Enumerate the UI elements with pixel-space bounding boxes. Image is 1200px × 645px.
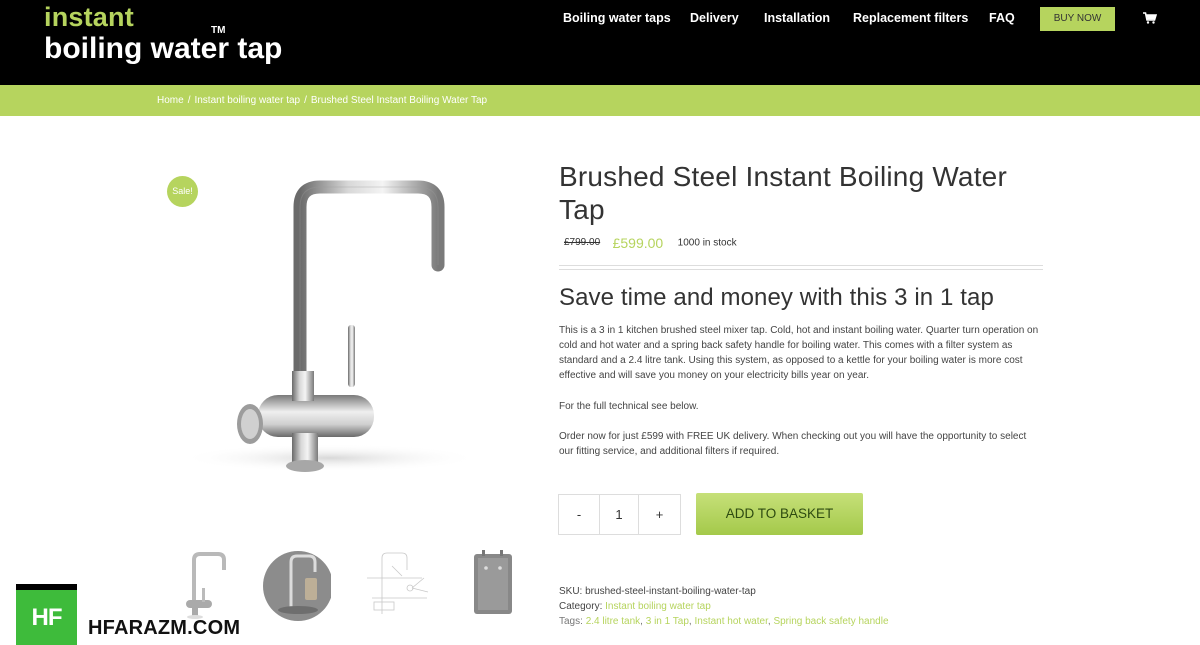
breadcrumb: Home / Instant boiling water tap / Brushed S… (157, 95, 487, 106)
shopping-cart-icon[interactable] (1143, 12, 1157, 24)
watermark-badge: HF (16, 590, 77, 645)
quantity-decrease-button[interactable]: - (559, 495, 600, 534)
quantity-increase-button[interactable]: + (639, 495, 680, 534)
price-row: £799.00 £599.00 1000 in stock (564, 234, 737, 252)
thumbnail-tap-diagram[interactable] (362, 548, 432, 623)
thumbnail-tap-front[interactable] (172, 548, 242, 623)
breadcrumb-separator: / (304, 95, 307, 106)
category-label: Category: (559, 601, 603, 612)
tag-link[interactable]: 2.4 litre tank (586, 616, 640, 627)
divider (559, 269, 1043, 270)
logo-trademark: TM (211, 25, 226, 36)
breadcrumb-home[interactable]: Home (157, 95, 184, 106)
product-subtitle: Save time and money with this 3 in 1 tap (559, 284, 994, 311)
sku-label: SKU: (559, 586, 583, 597)
breadcrumb-separator: / (187, 95, 191, 106)
nav-faq[interactable]: FAQ (989, 11, 1015, 25)
product-title: Brushed Steel Instant Boiling Water Tap (559, 161, 1007, 225)
nav-installation[interactable]: Installation (764, 11, 830, 25)
logo-word-boiling-water-tap: boiling water tap (44, 32, 283, 65)
product-description: This is a 3 in 1 kitchen brushed steel m… (559, 325, 1039, 381)
breadcrumb-bar: Home / Instant boiling water tap / Brushed S… (0, 85, 1200, 116)
thumbnail-tap-in-use[interactable] (261, 548, 331, 623)
product-sku: SKU: brushed-steel-instant-boiling-water… (559, 586, 756, 597)
product-tags: Tags: 2.4 litre tank, 3 in 1 Tap, Instan… (559, 616, 889, 627)
breadcrumb-category[interactable]: Instant boiling water tap (194, 95, 300, 106)
sale-badge: Sale! (167, 176, 198, 207)
technical-note: For the full technical see below. (559, 401, 699, 412)
order-note: Order now for just £599 with FREE UK del… (559, 431, 1027, 457)
buy-now-button[interactable]: BUY NOW (1040, 7, 1115, 31)
quantity-stepper: - 1 + (558, 494, 681, 535)
sku-value: brushed-steel-instant-boiling-water-tap (585, 586, 756, 597)
logo-word-instant: instant (44, 2, 134, 32)
watermark-logo: HF (16, 584, 77, 645)
add-to-basket-button[interactable]: ADD TO BASKET (696, 493, 863, 535)
stock-status: 1000 in stock (677, 237, 737, 249)
tag-link[interactable]: Spring back safety handle (773, 616, 888, 627)
tag-link[interactable]: Instant hot water (694, 616, 767, 627)
original-price: £799.00 (564, 237, 601, 249)
site-logo[interactable]: instant boiling water tap (44, 2, 282, 66)
watermark-text: HFARAZM.COM (88, 617, 241, 639)
category-link[interactable]: Instant boiling water tap (605, 601, 711, 612)
nav-replacement-filters[interactable]: Replacement filters (853, 11, 968, 25)
tags-label: Tags: (559, 616, 583, 627)
thumbnail-boiler-tank[interactable] (462, 548, 532, 623)
divider (559, 265, 1043, 266)
breadcrumb-current: Brushed Steel Instant Boiling Water Tap (310, 95, 488, 106)
quantity-input[interactable]: 1 (600, 495, 639, 534)
nav-delivery[interactable]: Delivery (690, 11, 739, 25)
nav-boiling-water-taps[interactable]: Boiling water taps (563, 11, 671, 25)
product-category: Category: Instant boiling water tap (559, 601, 711, 612)
site-header: instant boiling water tap TM Boiling wat… (0, 0, 1200, 85)
tag-link[interactable]: 3 in 1 Tap (646, 616, 689, 627)
sale-price: £599.00 (612, 234, 664, 251)
product-main-image[interactable] (180, 175, 500, 495)
